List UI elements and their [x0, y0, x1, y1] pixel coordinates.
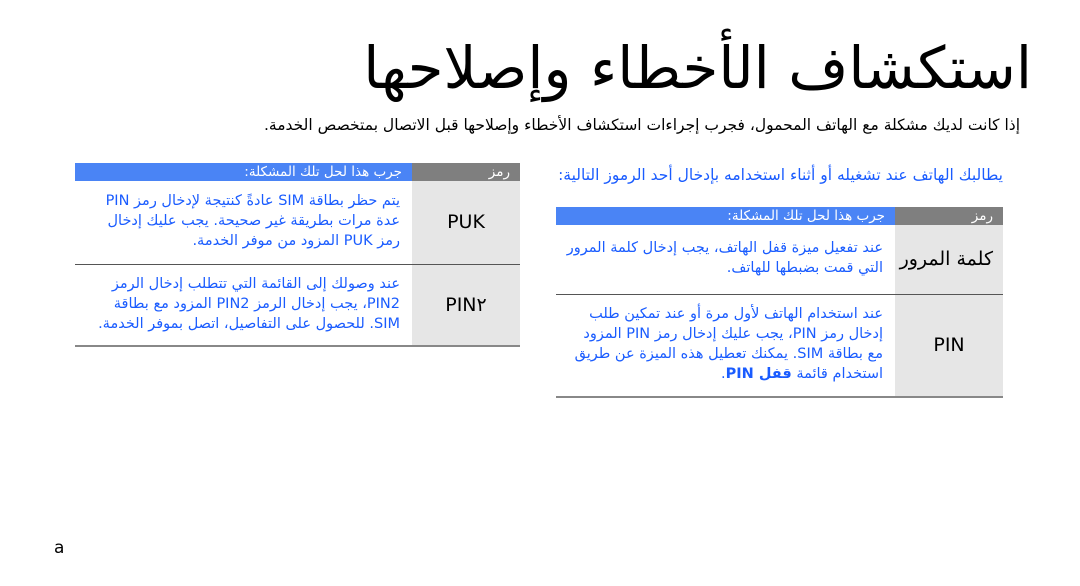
table-row: كلمة المرور عند تفعيل ميزة قفل الهاتف، ي… — [556, 225, 1003, 295]
table-header-row: رمز جرب هذا لحل تلك المشكلة: — [556, 207, 1003, 225]
codes-lead-text: يطالبك الهاتف عند تشغيله أو أثناء استخدا… — [558, 166, 1003, 184]
page-title: استكشاف الأخطاء وإصلاحها — [363, 34, 1033, 102]
code-cell: كلمة المرور — [895, 225, 1003, 295]
page-number: a — [54, 538, 65, 558]
header-code: رمز — [895, 207, 1003, 225]
table-row: PUK يتم حظر بطاقة SIM عادةً كنتيجة لإدخا… — [75, 181, 520, 265]
menu-name-pin-lock: قفل PIN — [725, 366, 792, 383]
solution-cell: عند استخدام الهاتف لأول مرة أو عند تمكين… — [556, 294, 895, 398]
intro-paragraph: إذا كانت لديك مشكلة مع الهاتف المحمول، ف… — [263, 116, 1020, 134]
codes-table-right: رمز جرب هذا لحل تلك المشكلة: كلمة المرور… — [556, 207, 1003, 398]
code-cell: PUK — [412, 181, 520, 265]
solution-cell: يتم حظر بطاقة SIM عادةً كنتيجة لإدخال رم… — [75, 181, 412, 265]
table-row: PIN عند استخدام الهاتف لأول مرة أو عند ت… — [556, 294, 1003, 398]
table-row: PIN٢ عند وصولك إلى القائمة التي تتطلب إد… — [75, 264, 520, 347]
header-solution: جرب هذا لحل تلك المشكلة: — [556, 207, 895, 225]
code-cell: PIN — [895, 294, 1003, 398]
solution-cell: عند وصولك إلى القائمة التي تتطلب إدخال ا… — [75, 264, 412, 347]
codes-table-left: رمز جرب هذا لحل تلك المشكلة: PUK يتم حظر… — [75, 163, 520, 347]
table-header-row: رمز جرب هذا لحل تلك المشكلة: — [75, 163, 520, 181]
code-cell: PIN٢ — [412, 264, 520, 347]
header-solution: جرب هذا لحل تلك المشكلة: — [75, 163, 412, 181]
header-code: رمز — [412, 163, 520, 181]
solution-cell: عند تفعيل ميزة قفل الهاتف، يجب إدخال كلم… — [556, 225, 895, 295]
